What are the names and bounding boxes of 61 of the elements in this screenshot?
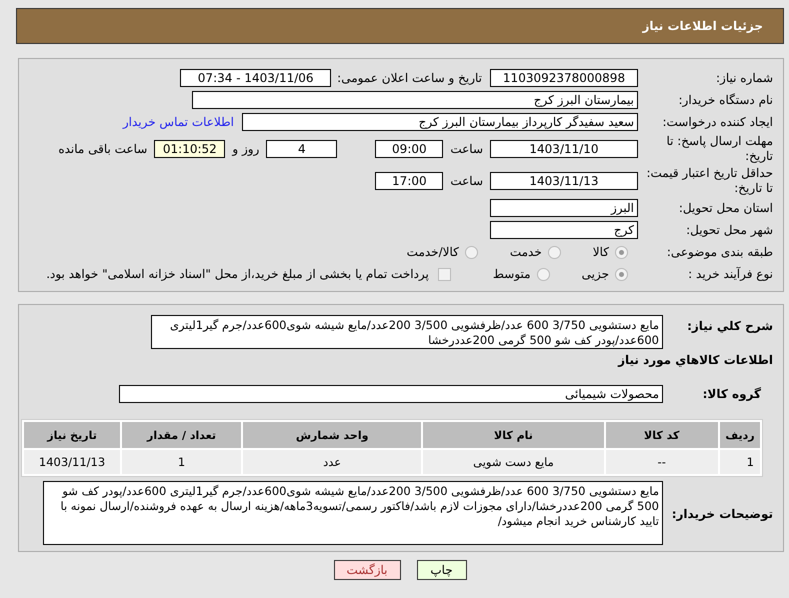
buyer-org-field: بیمارستان البرز کرج: [192, 91, 638, 109]
field-label: توضیحات خریدار:: [670, 506, 773, 521]
radio-label: کالا: [592, 245, 609, 259]
city-field: کرج: [490, 221, 638, 239]
field-label: شرح کلي نياز:: [686, 318, 773, 333]
field-label: ایجاد کننده درخواست:: [661, 114, 773, 130]
column-header: نام کالا: [423, 422, 604, 448]
field-label: طبقه بندی موضوعی:: [666, 244, 773, 260]
table-cell: 1403/11/13: [24, 450, 120, 474]
time-field: 09:00: [375, 140, 444, 158]
section-title: اطلاعات کالاهاي مورد نياز: [616, 353, 773, 367]
back-button[interactable]: بازگشت: [334, 560, 400, 580]
print-button[interactable]: چاپ: [416, 560, 466, 580]
time-label: ساعت: [450, 142, 483, 156]
field-label: شهر محل تحویل:: [685, 222, 773, 238]
page-title: جزئیات اطلاعات نیاز: [642, 19, 763, 33]
table-cell: مایع دست شویی: [423, 450, 604, 474]
field-label: گروه کالا:: [702, 387, 761, 401]
field-label: استان محل تحویل:: [678, 200, 773, 216]
summary-text-area[interactable]: مایع دستشویی 3/750 600 عدد/ظرفشویی 3/500 200عدد/مایع شیشه شوی600عدد/جرم گیر1لیتری 600عدد/پودر کف شو 500 گرمی 200عددرخشا: [151, 315, 663, 349]
province-field: البرز: [490, 199, 638, 217]
field-label: حداقل تاریخ اعتبار قیمت: تا تاریخ:: [645, 166, 773, 196]
announce-date-field: 1403/11/06 - 07:34: [180, 69, 332, 87]
time-field: 17:00: [375, 172, 444, 190]
time-label: ساعت: [450, 174, 483, 188]
goods-group-field: محصولات شیمیائی: [119, 385, 663, 403]
radio-button[interactable]: [548, 246, 561, 258]
table-cell: 1: [122, 450, 241, 474]
requester-field: سعید سفیدگر کارپرداز بیمارستان البرز کرج: [242, 113, 638, 131]
radio-label: خدمت: [510, 245, 542, 259]
radio-button[interactable]: [615, 268, 628, 280]
field-label: مهلت ارسال پاسخ: تا تاریخ:: [665, 134, 773, 164]
field-label: نوع فرآیند خرید :: [687, 266, 773, 282]
date-field: 1403/11/13: [490, 172, 638, 190]
column-header: کد کالا: [606, 422, 718, 448]
table-cell: عدد: [242, 450, 422, 474]
date-field: 1403/11/10: [490, 140, 638, 158]
remaining-label: ساعت باقی مانده: [58, 142, 148, 156]
days-label: روز و: [232, 142, 260, 156]
buyer-notes-text-area[interactable]: مایع دستشویی 3/750 600 عدد/ظرفشویی 3/500 200عدد/مایع شیشه شوی600عدد/جرم گیر1لیتری 600عدد/پودر کف شو 500 گرمی 200عددرخشا/دارای مجوزات لازم باشد/فاکتور رسمی/تسویه3ماهه/هزینه ارسال به عهده فروشنده/ارسال نمونه با تایید کارشناس خرید انجام میشود/: [43, 481, 663, 545]
column-header: ردیف: [720, 422, 760, 448]
radio-button[interactable]: [615, 246, 628, 258]
radio-label: کالا/خدمت: [406, 245, 459, 259]
days-field: 4: [266, 140, 338, 158]
column-header: تاریخ نیاز: [24, 422, 120, 448]
radio-label: متوسط: [492, 267, 531, 281]
field-label: شماره نیاز:: [715, 70, 773, 86]
table-cell: 1: [720, 450, 760, 474]
checkbox[interactable]: [438, 268, 451, 280]
field-label: تاریخ و ساعت اعلان عمومی:: [337, 71, 482, 85]
remaining-time-field: 01:10:52: [154, 140, 226, 158]
column-header: واحد شمارش: [242, 422, 422, 448]
column-header: تعداد / مقدار: [122, 422, 241, 448]
radio-label: جزیی: [582, 267, 609, 281]
need-number-field: 1103092378000898: [490, 69, 638, 87]
checkbox-label: پرداخت تمام یا بخشی از مبلغ خرید،از محل "اسناد خزانه اسلامی" خواهد بود.: [46, 267, 429, 281]
table-cell: --: [606, 450, 718, 474]
field-label: نام دستگاه خریدار:: [678, 92, 773, 108]
radio-button[interactable]: [536, 268, 550, 280]
radio-button[interactable]: [464, 246, 478, 258]
buyer-contact-link[interactable]: اطلاعات تماس خریدار: [122, 115, 234, 129]
